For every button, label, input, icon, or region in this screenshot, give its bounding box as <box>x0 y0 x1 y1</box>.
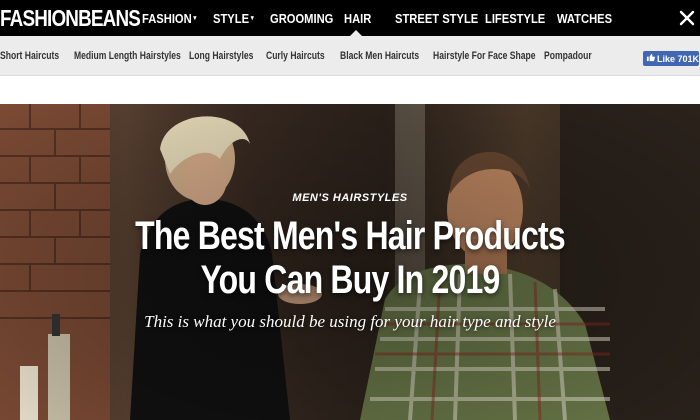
thumbs-up-icon <box>646 53 655 64</box>
nav-item-lifestyle[interactable]: LIFESTYLE <box>485 0 545 36</box>
nav-item-grooming[interactable]: GROOMING <box>270 0 333 36</box>
top-navigation-bar: FASHIONBEANS FASHION ▾ STYLE ▾ GROOMING HA… <box>0 0 700 37</box>
close-x-icon[interactable] <box>678 9 696 27</box>
facebook-like-button[interactable]: Like 701K <box>643 51 699 66</box>
nav-item-label: WATCHES <box>557 10 613 26</box>
nav-item-street-style[interactable]: STREET STYLE <box>395 0 478 36</box>
nav-item-label: STREET STYLE <box>395 10 479 26</box>
nav-item-label: FASHION <box>142 10 192 26</box>
subnav-item-pompadour[interactable]: Pompadour <box>544 36 592 76</box>
facebook-like-count: 701K <box>677 53 700 64</box>
hero-banner[interactable]: MEN'S HAIRSTYLES The Best Men's Hair Pro… <box>0 104 700 420</box>
chevron-down-icon: ▾ <box>250 15 254 22</box>
nav-item-style[interactable]: STYLE ▾ <box>213 0 254 36</box>
hair-subnav: Short Haircuts Medium Length Hairstyles … <box>0 36 700 76</box>
chevron-down-icon: ▾ <box>193 15 197 22</box>
subnav-item-black-men-haircuts[interactable]: Black Men Haircuts <box>340 36 419 76</box>
site-logo[interactable]: FASHIONBEANS <box>0 5 141 32</box>
nav-item-label: HAIR <box>344 10 372 26</box>
subnav-item-face-shape[interactable]: Hairstyle For Face Shape <box>433 36 536 76</box>
subnav-item-short-haircuts[interactable]: Short Haircuts <box>0 36 59 76</box>
hero-subtitle: This is what you should be using for you… <box>144 312 556 331</box>
facebook-like-label: Like <box>657 53 676 64</box>
nav-item-watches[interactable]: WATCHES <box>557 0 612 36</box>
subnav-item-medium-length[interactable]: Medium Length Hairstyles <box>74 36 181 76</box>
nav-item-label: STYLE <box>213 10 250 26</box>
subnav-item-curly-haircuts[interactable]: Curly Haircuts <box>266 36 325 76</box>
hero-title: The Best Men's Hair Products You Can Buy… <box>135 214 566 302</box>
nav-item-label: GROOMING <box>270 10 334 26</box>
subnav-item-long-hairstyles[interactable]: Long Hairstyles <box>189 36 253 76</box>
nav-item-label: LIFESTYLE <box>485 10 546 26</box>
hero-category-label[interactable]: MEN'S HAIRSTYLES <box>0 192 700 204</box>
nav-item-fashion[interactable]: FASHION ▾ <box>142 0 196 36</box>
